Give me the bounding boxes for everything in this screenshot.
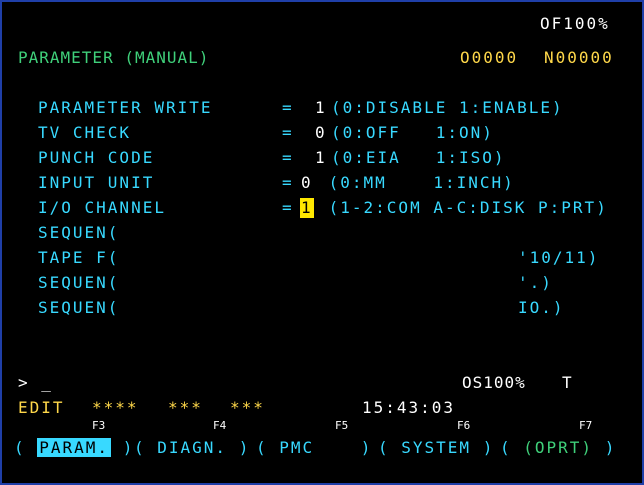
- param-name: TAPE F(: [38, 248, 120, 267]
- override-readout: OF100%: [540, 14, 610, 33]
- softkey-system-label: SYSTEM: [401, 438, 472, 457]
- param-description: (0:EIA 1:ISO): [331, 148, 506, 167]
- softkey-pmc[interactable]: ( PMC ): [256, 436, 372, 460]
- param-value[interactable]: 0: [301, 173, 313, 193]
- softkey-system[interactable]: ( SYSTEM ): [378, 436, 494, 460]
- param-equals: =: [282, 98, 294, 117]
- input-line[interactable]: > _: [18, 373, 53, 393]
- status-stars-1: ****: [92, 398, 139, 417]
- fkey-label-f5: F5: [335, 419, 349, 432]
- param-description: IO.): [518, 298, 565, 317]
- param-description: '10/11): [518, 248, 600, 267]
- param-description: (0:MM 1:INCH): [317, 173, 515, 192]
- param-equals: =: [282, 173, 294, 192]
- fkey-label-f7: F7: [579, 419, 593, 432]
- fkey-label-f4: F4: [213, 419, 227, 432]
- param-equals: =: [282, 198, 294, 217]
- param-name: PARAMETER WRITE: [38, 98, 213, 117]
- param-value[interactable]: 1: [315, 98, 327, 118]
- param-name: SEQUEN(: [38, 273, 120, 292]
- page-title: PARAMETER (MANUAL): [18, 48, 210, 67]
- softkey-param[interactable]: ( PARAM. ): [14, 436, 134, 460]
- program-number: O0000: [460, 48, 519, 67]
- mode-indicator: EDIT: [18, 398, 65, 417]
- softkey-diagn[interactable]: ( DIAGN. ): [134, 436, 250, 460]
- fkey-label-f6: F6: [457, 419, 471, 432]
- param-description: (0:DISABLE 1:ENABLE): [331, 98, 564, 117]
- param-description: (1-2:COM A-C:DISK P:PRT): [317, 198, 608, 217]
- status-stars-2: ***: [168, 398, 203, 417]
- fkey-label-f3: F3: [92, 419, 106, 432]
- param-name: SEQUEN(: [38, 223, 120, 242]
- param-name: TV CHECK: [38, 123, 132, 142]
- param-name: SEQUEN(: [38, 298, 120, 317]
- clock-time: 15:43:03: [362, 398, 456, 417]
- param-name: INPUT UNIT: [38, 173, 155, 192]
- softkey-oprt-label: (OPRT): [523, 438, 594, 457]
- param-description: '.): [518, 273, 553, 292]
- softkey-pmc-label: PMC: [279, 438, 315, 457]
- param-value[interactable]: 0: [315, 123, 327, 143]
- sequence-number: N00000: [544, 48, 614, 67]
- softkey-oprt[interactable]: ( (OPRT) ): [500, 436, 616, 460]
- param-name: PUNCH CODE: [38, 148, 155, 167]
- softkey-param-label: PARAM.: [37, 438, 112, 457]
- softkey-diagn-label: DIAGN.: [157, 438, 228, 457]
- param-description: (0:OFF 1:ON): [331, 123, 494, 142]
- param-value[interactable]: 1: [315, 148, 327, 168]
- t-indicator: T: [562, 373, 574, 392]
- param-name: I/O CHANNEL: [38, 198, 166, 217]
- status-stars-3: ***: [230, 398, 265, 417]
- param-equals: =: [282, 148, 294, 167]
- param-equals: =: [282, 123, 294, 142]
- feed-override: OS100%: [462, 373, 526, 392]
- cursor-value[interactable]: 1: [300, 198, 314, 218]
